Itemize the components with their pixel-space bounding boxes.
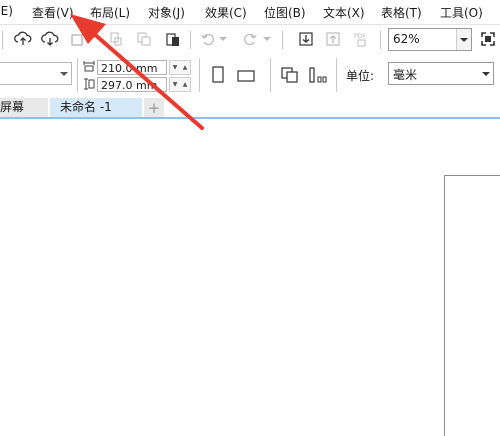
menu-object[interactable]: 对象(J) xyxy=(148,4,185,21)
tab-welcome-label: 屏幕 xyxy=(0,100,25,114)
toolbar-separator xyxy=(199,58,200,92)
current-page-icon[interactable] xyxy=(309,65,329,85)
tab-untitled-document[interactable]: 未命名 -1 xyxy=(50,98,142,117)
cloud-download-icon[interactable] xyxy=(40,29,60,49)
page-width-field[interactable]: 210.0 mm xyxy=(97,60,167,75)
paste-icon[interactable] xyxy=(163,29,183,49)
portrait-icon[interactable] xyxy=(208,65,228,85)
page-width-stepper[interactable]: ▼ ▲ xyxy=(169,60,191,75)
chevron-down-icon[interactable] xyxy=(57,63,71,84)
svg-text:PDF: PDF xyxy=(354,33,366,40)
toolbar-separator xyxy=(336,58,337,92)
all-pages-icon[interactable] xyxy=(280,65,300,85)
pdf-icon[interactable]: PDF xyxy=(352,29,372,49)
menu-table[interactable]: 表格(T) xyxy=(381,4,422,21)
drawing-canvas[interactable] xyxy=(0,119,500,432)
menu-tools[interactable]: 工具(O) xyxy=(440,4,483,21)
menu-bitmap[interactable]: 位图(B) xyxy=(264,4,306,21)
toolbar-separator xyxy=(380,31,381,49)
page-height-icon xyxy=(82,77,96,91)
menu-layout[interactable]: 布局(L) xyxy=(90,4,130,21)
toolbar-separator xyxy=(270,58,271,92)
cut-icon[interactable] xyxy=(106,29,126,49)
document-tab-bar: 屏幕 未命名 -1 + xyxy=(0,98,500,119)
tab-doc-label: 未命名 -1 xyxy=(60,100,112,114)
chevron-down-icon[interactable] xyxy=(479,63,493,84)
toolbar-separator xyxy=(77,58,78,92)
redo-dropdown-icon[interactable] xyxy=(262,29,272,49)
tab-welcome-screen[interactable]: 屏幕 xyxy=(0,98,48,117)
property-bar: 210.0 mm ▼ ▲ 297.0 mm ▼ ▲ 单位: 毫米 xyxy=(0,54,500,99)
export-icon[interactable] xyxy=(68,29,88,49)
copy-icon[interactable] xyxy=(134,29,154,49)
plus-icon: + xyxy=(147,98,161,117)
toolbar-separator xyxy=(2,31,3,49)
zoom-level-value: 62% xyxy=(393,32,420,46)
import-icon[interactable] xyxy=(296,29,316,49)
menu-view[interactable]: 查看(V) xyxy=(32,4,74,21)
page-width-icon xyxy=(82,59,96,73)
undo-icon[interactable] xyxy=(198,29,218,49)
export-file-icon[interactable] xyxy=(323,29,343,49)
units-select[interactable]: 毫米 xyxy=(388,62,494,85)
zoom-level-select[interactable]: 62% xyxy=(388,28,472,51)
menu-edit[interactable]: (E) xyxy=(0,4,13,18)
page-size-preset-select[interactable] xyxy=(0,62,72,85)
full-screen-icon[interactable] xyxy=(478,29,498,49)
menu-effects[interactable]: 效果(C) xyxy=(205,4,247,21)
chevron-down-icon[interactable] xyxy=(456,29,471,50)
undo-dropdown-icon[interactable] xyxy=(218,29,228,49)
units-value: 毫米 xyxy=(393,68,418,82)
units-label: 单位: xyxy=(346,69,375,83)
toolbar-separator xyxy=(190,31,191,49)
menu-bar: (E) 查看(V) 布局(L) 对象(J) 效果(C) 位图(B) 文本(X) … xyxy=(0,0,500,24)
page-height-field[interactable]: 297.0 mm xyxy=(97,77,167,92)
menu-text[interactable]: 文本(X) xyxy=(323,4,365,21)
toolbar-separator xyxy=(282,31,283,49)
landscape-icon[interactable] xyxy=(236,65,256,85)
standard-toolbar: PDF 62% xyxy=(0,24,500,56)
redo-icon[interactable] xyxy=(240,29,260,49)
add-tab-button[interactable]: + xyxy=(144,98,164,117)
page-height-stepper[interactable]: ▼ ▲ xyxy=(169,77,191,92)
cloud-upload-icon[interactable] xyxy=(13,29,33,49)
document-page[interactable] xyxy=(444,175,500,436)
